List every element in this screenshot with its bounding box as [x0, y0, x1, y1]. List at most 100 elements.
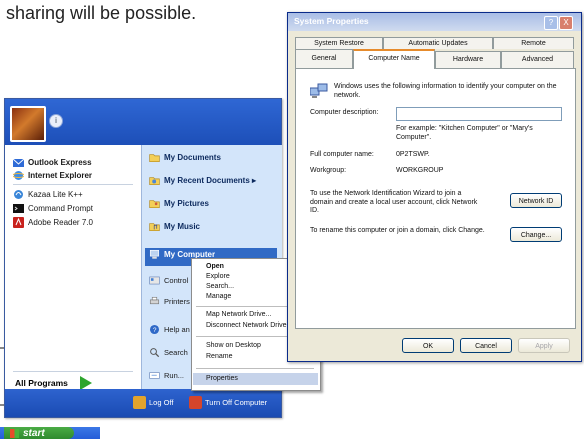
dialog-title: System Properties [294, 16, 369, 26]
start-item-label: My Music [164, 222, 201, 231]
start-item-my-music[interactable]: My Music [149, 221, 200, 232]
start-item-my-documents[interactable]: My Documents [149, 152, 221, 163]
start-item-label: Command Prompt [28, 204, 93, 213]
start-item-label: Help an [164, 325, 190, 334]
ctx-properties[interactable]: Properties [206, 375, 238, 382]
close-button[interactable]: X [559, 16, 573, 30]
user-avatar[interactable] [10, 106, 46, 142]
outlook-icon [13, 158, 24, 167]
network-computers-icon [310, 83, 328, 98]
start-item-search[interactable]: Search [149, 347, 188, 358]
turn-off-button[interactable]: Turn Off Computer [189, 396, 267, 409]
ctx-search[interactable]: Search... [206, 283, 234, 290]
turn-off-label: Turn Off Computer [205, 398, 268, 407]
cancel-button[interactable]: Cancel [460, 338, 512, 353]
ctx-show-on-desktop[interactable]: Show on Desktop [206, 342, 261, 349]
caption-text: sharing will be possible. [6, 3, 197, 23]
start-item-printers[interactable]: Printers [149, 296, 190, 307]
music-folder-icon [149, 223, 160, 232]
tab-computer-name[interactable]: Computer Name [353, 49, 435, 69]
adobe-icon [13, 217, 24, 228]
start-item-label: Search [164, 348, 188, 357]
start-button[interactable]: start [4, 427, 74, 439]
tab-remote[interactable]: Remote [493, 37, 574, 49]
tab-system-restore[interactable]: System Restore [295, 37, 383, 49]
ok-button[interactable]: OK [402, 338, 454, 353]
start-item-label: My Recent Documents ▸ [164, 176, 257, 185]
power-icon [189, 396, 202, 409]
start-item-my-pictures[interactable]: My Pictures [149, 198, 209, 209]
control-panel-icon [149, 276, 160, 285]
workgroup-value: WORKGROUP [396, 167, 444, 174]
ctx-open[interactable]: Open [206, 263, 224, 270]
start-item-label: Adobe Reader 7.0 [28, 218, 93, 227]
help-icon: ? [149, 324, 160, 335]
start-item-label: My Pictures [164, 199, 209, 208]
kazaa-icon [14, 190, 23, 199]
rename-text: To rename this computer or join a domain… [310, 227, 485, 234]
log-off-icon [133, 396, 146, 409]
network-id-button[interactable]: Network ID [510, 193, 562, 208]
log-off-button[interactable]: Log Off [133, 396, 173, 409]
folder-icon [149, 154, 160, 163]
start-menu-pinned: Outlook Express Internet Explorer Kazaa … [5, 145, 141, 389]
start-item-ie[interactable]: Internet Explorer [13, 170, 92, 181]
intro-text: Windows uses the following information t… [334, 83, 557, 99]
start-item-label: My Documents [164, 153, 221, 162]
all-programs-button[interactable]: All Programs [15, 376, 92, 390]
system-properties-dialog: System Properties ? X System Restore Aut… [287, 12, 582, 362]
ctx-explore[interactable]: Explore [206, 273, 230, 280]
start-item-my-recent-documents[interactable]: My Recent Documents ▸ [149, 175, 256, 186]
start-item-cmd[interactable]: Command Prompt [13, 203, 93, 214]
search-icon [150, 348, 160, 358]
full-computer-name-value: 0P2TSWP. [396, 151, 430, 158]
start-item-label: Run... [164, 371, 185, 380]
dialog-title-bar[interactable]: System Properties ? X [288, 13, 581, 31]
start-item-run[interactable]: Run... [149, 370, 184, 381]
start-item-adobe[interactable]: Adobe Reader 7.0 [13, 217, 93, 228]
ctx-manage[interactable]: Manage [206, 293, 231, 300]
separator [13, 371, 133, 372]
computer-icon [149, 249, 160, 259]
start-item-control-panel[interactable]: Control [149, 275, 188, 286]
start-menu-header: i [5, 99, 281, 145]
ctx-separator [196, 368, 314, 369]
start-menu-footer: Log Off Turn Off Computer [5, 389, 281, 417]
start-item-label: Kazaa Lite K++ [28, 190, 83, 199]
example-text: For example: "Kitchen Computer" or "Mary… [396, 125, 533, 141]
tab-hardware[interactable]: Hardware [435, 51, 501, 68]
network-id-text: To use the Network Identification Wizard… [310, 190, 478, 214]
start-item-kazaa[interactable]: Kazaa Lite K++ [13, 189, 83, 200]
recent-documents-icon [149, 177, 160, 186]
computer-description-input[interactable] [396, 107, 562, 121]
tab-automatic-updates[interactable]: Automatic Updates [383, 37, 493, 49]
separator [13, 184, 133, 185]
cmd-icon [13, 204, 24, 213]
help-button[interactable]: ? [544, 16, 558, 30]
tab-advanced[interactable]: Advanced [501, 51, 574, 68]
ctx-map-network-drive[interactable]: Map Network Drive... [206, 311, 271, 318]
pictures-folder-icon [149, 200, 160, 209]
start-item-label: Control [164, 276, 189, 285]
ctx-rename[interactable]: Rename [206, 353, 232, 360]
windows-logo-icon [10, 428, 19, 438]
full-computer-name-label: Full computer name: [310, 151, 374, 158]
apply-button[interactable]: Apply [518, 338, 570, 353]
svg-text:?: ? [153, 327, 157, 334]
info-icon: i [49, 114, 63, 128]
green-arrow-icon [79, 376, 92, 390]
change-button[interactable]: Change... [510, 227, 562, 242]
start-item-outlook[interactable]: Outlook Express [13, 157, 92, 168]
all-programs-label: All Programs [15, 378, 68, 388]
workgroup-label: Workgroup: [310, 167, 347, 174]
printer-icon [149, 296, 160, 305]
start-item-label: Printers [164, 297, 190, 306]
computer-name-panel: Windows uses the following information t… [295, 68, 576, 329]
ctx-disconnect-network-drive[interactable]: Disconnect Network Drive... [206, 322, 292, 329]
tab-general[interactable]: General [295, 49, 353, 68]
start-item-help[interactable]: ? Help an [149, 324, 190, 335]
computer-description-label: Computer description: [310, 109, 379, 116]
ie-icon [13, 171, 24, 180]
start-item-label: Outlook Express [28, 158, 92, 167]
start-label: start [23, 427, 45, 439]
